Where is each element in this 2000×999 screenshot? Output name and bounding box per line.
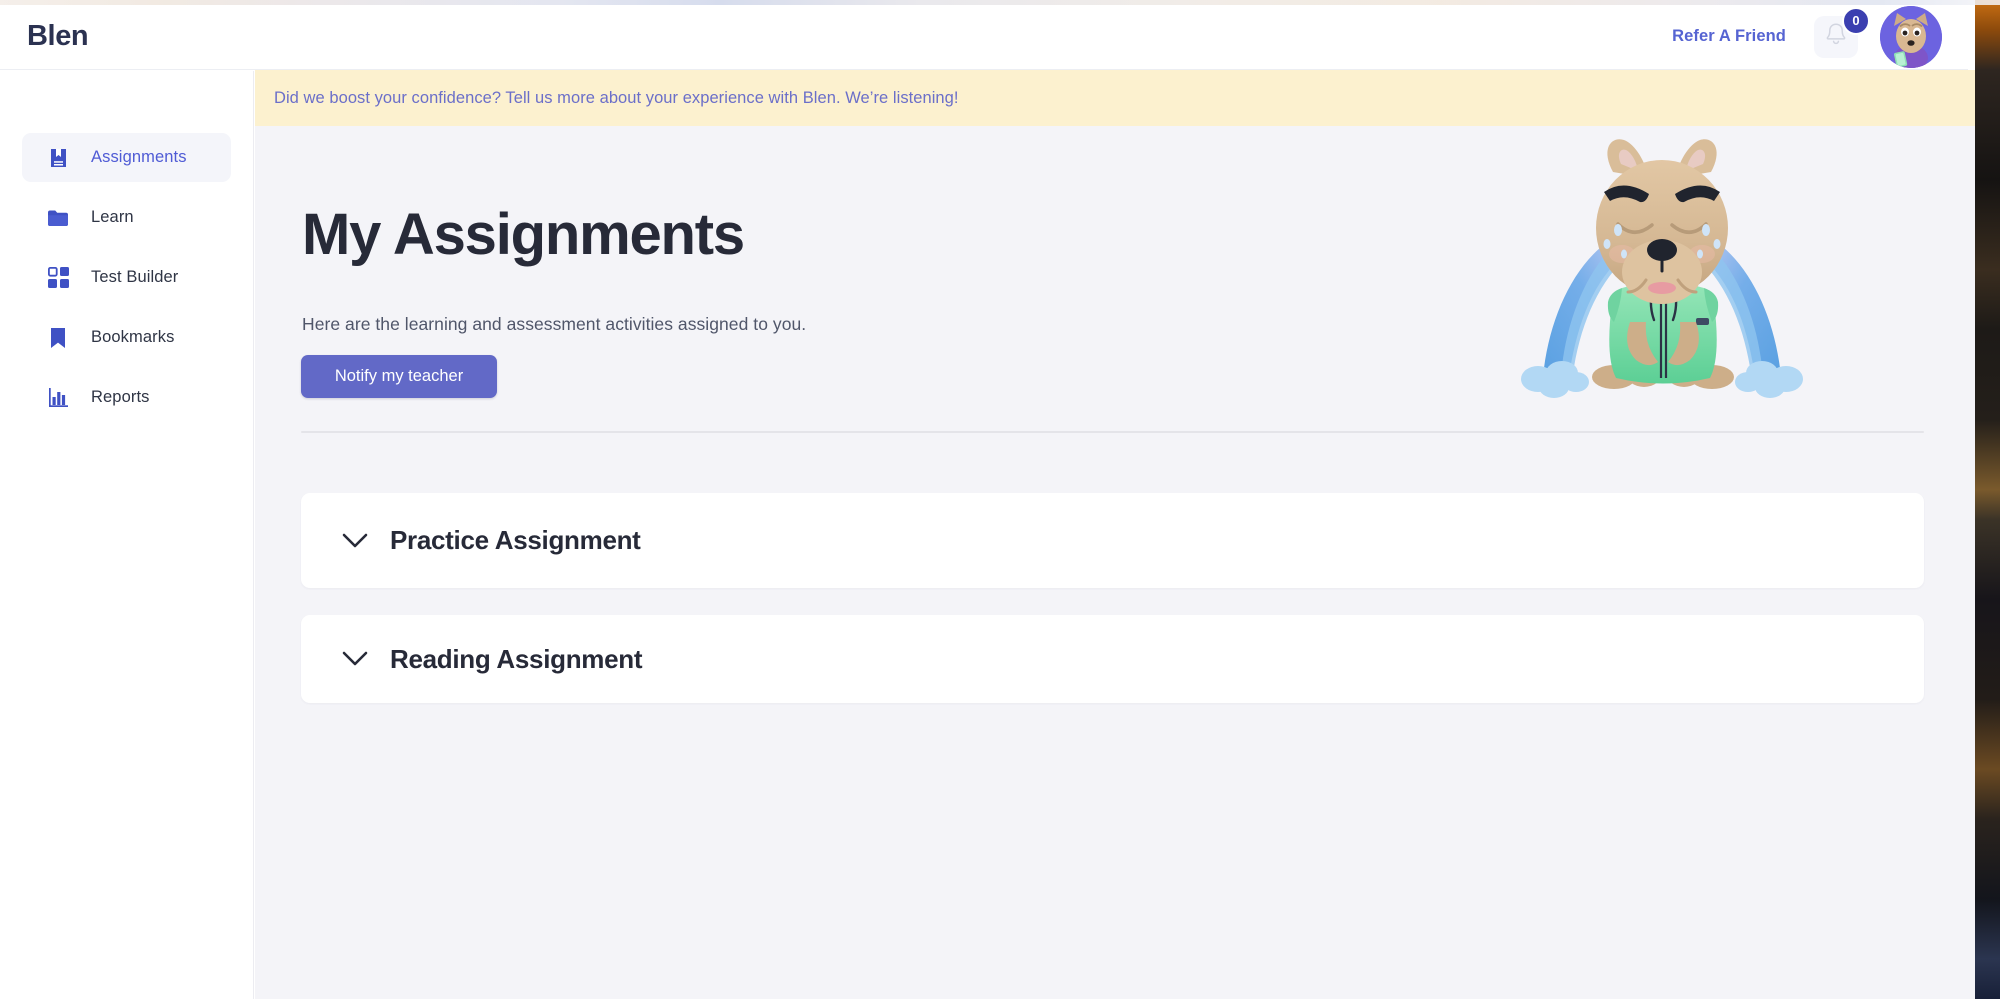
notify-my-teacher-button[interactable]: Notify my teacher [301,355,497,398]
refer-a-friend-link[interactable]: Refer A Friend [1672,27,1786,46]
sidebar-item-reports[interactable]: Reports [22,373,231,422]
bookmark-flag-icon [47,327,69,349]
section-divider [301,431,1924,433]
sidebar-item-label: Learn [91,208,134,226]
sidebar-item-label: Reports [91,388,150,406]
feedback-banner: Did we boost your confidence? Tell us mo… [255,70,1968,126]
chevron-down-icon[interactable] [342,646,368,672]
sidebar-item-label: Bookmarks [91,328,175,346]
sidebar-item-learn[interactable]: Learn [22,193,231,242]
bar-chart-icon [47,387,69,409]
accordion-reading-assignment[interactable]: Reading Assignment [301,615,1924,703]
app-logo[interactable]: Blen [27,20,89,53]
top-navigation-bar: Blen Refer A Friend 0 [0,4,1968,70]
crying-dog-mascot [1518,130,1808,405]
chevron-down-icon[interactable] [342,528,368,554]
page-edge-banner [1968,70,1975,126]
assignment-sections-list: Practice Assignment Reading Assignment [301,493,1924,730]
main-content: My Assignments Here are the learning and… [255,126,1968,999]
avatar[interactable] [1880,5,1942,68]
accordion-title: Practice Assignment [390,525,641,555]
notifications-button[interactable]: 0 [1814,6,1870,58]
page-subtitle: Here are the learning and assessment act… [302,314,807,334]
sidebar-item-label: Assignments [91,148,187,166]
sidebar-item-label: Test Builder [91,268,179,286]
sidebar-item-test-builder[interactable]: Test Builder [22,253,231,302]
topbar-actions: Refer A Friend 0 [1672,5,1942,68]
accordion-practice-assignment[interactable]: Practice Assignment [301,493,1924,588]
grid-squares-icon [47,267,69,289]
app-screen: Blen Refer A Friend 0 Assignments Learn … [0,0,2000,999]
folder-icon [47,207,69,229]
accordion-title: Reading Assignment [390,643,643,674]
dog-avatar-icon [1880,5,1942,68]
feedback-banner-message[interactable]: Did we boost your confidence? Tell us mo… [274,89,959,108]
page-title: My Assignments [302,202,745,267]
sidebar: Assignments Learn Test Builder Bookmarks… [0,71,254,999]
desktop-frame-right [1968,0,2000,999]
sidebar-item-assignments[interactable]: Assignments [22,133,231,182]
notification-count-badge: 0 [1842,6,1870,35]
top-edge-artifact [0,0,2000,5]
crying-dog-mascot-icon [1521,139,1803,398]
book-bookmark-icon [47,147,69,169]
page-edge-content [1968,126,1975,999]
sidebar-item-bookmarks[interactable]: Bookmarks [22,313,231,362]
